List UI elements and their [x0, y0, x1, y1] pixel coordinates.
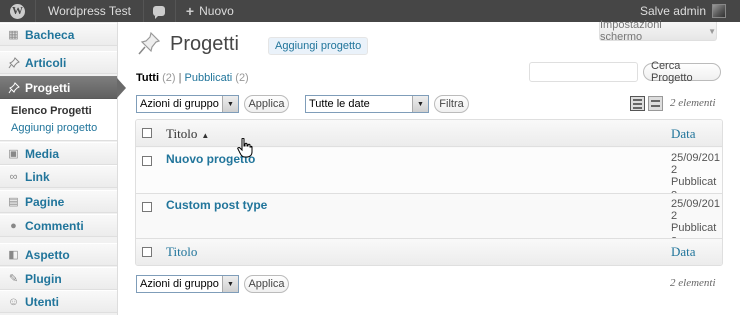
- apply-button-bottom[interactable]: Applica: [244, 275, 289, 293]
- screen-options-button[interactable]: Impostazioni schermo ▼: [599, 19, 717, 43]
- menu-item-bacheca[interactable]: ▦ Bacheca: [0, 23, 117, 46]
- search-input[interactable]: [529, 62, 638, 82]
- menu-item-label: Utenti: [25, 294, 59, 309]
- pushpin-icon: [7, 56, 20, 69]
- comments-button[interactable]: [144, 0, 176, 22]
- menu-item-media[interactable]: ▣ Media: [0, 142, 117, 165]
- table-header: Titolo ▲ Data: [136, 120, 722, 147]
- menu-item-label: Bacheca: [25, 27, 75, 42]
- chevron-down-icon: ▼: [222, 276, 238, 292]
- menu-item-label: Progetti: [25, 80, 71, 95]
- row-checkbox[interactable]: [142, 202, 152, 212]
- users-icon: ☺: [7, 295, 20, 308]
- filter-button[interactable]: Filtra: [434, 95, 469, 113]
- submenu-elenco-progetti[interactable]: Elenco Progetti: [11, 105, 92, 117]
- appearance-icon: ◧: [8, 249, 19, 261]
- row-title-link[interactable]: Custom post type: [166, 198, 267, 212]
- menu-item-pagine[interactable]: ▤ Pagine: [0, 190, 117, 213]
- posts-table: Titolo ▲ Data Nuovo progetto 25/09/2012 P…: [135, 119, 723, 266]
- new-content-label: Nuovo: [199, 4, 234, 18]
- menu-item-utenti[interactable]: ☺ Utenti: [0, 290, 117, 313]
- filter-published-link[interactable]: Pubblicati: [185, 72, 233, 84]
- status-filters: Tutti (2) | Pubblicati (2): [136, 72, 249, 84]
- wordpress-logo-button[interactable]: W: [0, 0, 36, 22]
- menu-item-label: Articoli: [25, 55, 67, 70]
- menu-item-progetti[interactable]: Progetti: [0, 76, 126, 99]
- page-title: Progetti: [170, 33, 239, 55]
- menu-item-label: Pagine: [25, 194, 65, 209]
- bulk-action-select-bottom[interactable]: Azioni di gruppo ▼: [136, 275, 239, 293]
- filter-separator: |: [178, 72, 182, 84]
- menu-item-commenti[interactable]: ● Commenti: [0, 214, 117, 237]
- list-view-icon[interactable]: [630, 96, 645, 111]
- column-title-label: Titolo: [166, 126, 198, 141]
- avatar: [712, 4, 726, 18]
- column-date-footer[interactable]: Data: [671, 244, 696, 260]
- media-icon: ▣: [8, 148, 19, 160]
- table-footer: Titolo Data: [136, 238, 722, 265]
- menu-item-label: Aspetto: [25, 247, 70, 262]
- bulk-action-value: Azioni di gruppo: [140, 278, 219, 290]
- bulk-action-value: Azioni di gruppo: [140, 98, 219, 110]
- admin-sidebar: ▦ Bacheca Articoli Progetti Elenco Proge…: [0, 22, 126, 315]
- new-content-button[interactable]: + Nuovo: [176, 0, 244, 22]
- menu-item-plugin[interactable]: ✎ Plugin: [0, 267, 117, 290]
- screen-options-label: Impostazioni schermo: [600, 19, 662, 43]
- pushpin-icon: [136, 30, 162, 58]
- column-date-header[interactable]: Data: [671, 126, 696, 142]
- item-count-bottom: 2 elementi: [670, 277, 716, 289]
- site-name-link[interactable]: Wordpress Test: [36, 0, 144, 22]
- comment-bubble-icon: [153, 6, 166, 19]
- chevron-down-icon: ▼: [708, 26, 716, 36]
- menu-item-label: Media: [25, 146, 60, 161]
- select-all-checkbox-footer[interactable]: [142, 247, 152, 257]
- date-filter-value: Tutte le date: [309, 98, 370, 110]
- wordpress-icon: W: [10, 3, 25, 19]
- menu-item-label: Link: [25, 169, 50, 184]
- plus-icon: +: [185, 3, 195, 19]
- hand-cursor-icon: [237, 137, 253, 158]
- greeting-label: Salve admin: [639, 4, 706, 18]
- column-title-footer[interactable]: Titolo: [166, 244, 197, 260]
- submenu-aggiungi-progetto[interactable]: Aggiungi progetto: [11, 122, 97, 134]
- row-checkbox[interactable]: [142, 156, 152, 166]
- select-all-checkbox[interactable]: [142, 128, 152, 138]
- chevron-down-icon: ▼: [412, 96, 428, 112]
- menu-item-label: Plugin: [25, 271, 62, 286]
- progetti-submenu: Elenco Progetti Aggiungi progetto: [0, 99, 117, 141]
- link-icon: ∞: [9, 170, 18, 183]
- table-row: Nuovo progetto 25/09/2012 Pubblicato: [136, 148, 722, 200]
- plugin-icon: ✎: [8, 273, 19, 285]
- menu-item-label: Commenti: [25, 218, 84, 233]
- column-title-header[interactable]: Titolo ▲: [166, 126, 209, 142]
- item-count: 2 elementi: [670, 97, 716, 109]
- row-date-value: 25/09/2012: [671, 198, 720, 222]
- apply-button-top[interactable]: Applica: [244, 95, 289, 113]
- comment-icon: ●: [10, 219, 17, 232]
- filter-published-count: (2): [235, 72, 249, 84]
- sort-asc-icon: ▲: [201, 131, 210, 140]
- filter-all-count: (2): [162, 72, 176, 84]
- chevron-down-icon: ▼: [222, 96, 238, 112]
- excerpt-view-icon[interactable]: [648, 96, 663, 111]
- menu-item-aspetto[interactable]: ◧ Aspetto: [0, 243, 117, 266]
- bulk-action-select-top[interactable]: Azioni di gruppo ▼: [136, 95, 239, 113]
- pages-icon: ▤: [8, 196, 19, 208]
- filter-all-link[interactable]: Tutti: [136, 72, 159, 84]
- menu-item-link[interactable]: ∞ Link: [0, 165, 117, 188]
- dashboard-icon: ▦: [8, 29, 19, 41]
- pushpin-icon: [7, 81, 20, 94]
- table-row: Custom post type 25/09/2012 Pubblicato: [136, 193, 722, 246]
- row-date-value: 25/09/2012: [671, 152, 720, 176]
- search-button[interactable]: Cerca Progetto: [643, 60, 721, 84]
- date-filter-select[interactable]: Tutte le date ▼: [305, 95, 429, 113]
- menu-item-articoli[interactable]: Articoli: [0, 51, 117, 74]
- add-new-button[interactable]: Aggiungi progetto: [268, 37, 369, 55]
